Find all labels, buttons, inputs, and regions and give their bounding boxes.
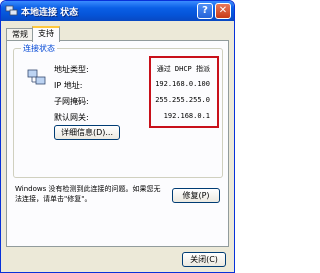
- highlight-annotation-box: 通过 DHCP 指派 192.168.0.100 255.255.255.0 1…: [149, 56, 219, 128]
- help-button[interactable]: ?: [197, 3, 213, 19]
- ip-address-value: 192.168.0.100: [155, 80, 210, 88]
- tab-general-label: 常规: [12, 30, 28, 39]
- ip-address-label: IP 地址:: [54, 81, 83, 90]
- default-gateway-value: 192.168.0.1: [163, 112, 210, 120]
- close-button[interactable]: 关闭(C): [182, 252, 226, 267]
- subnet-mask-value: 255.255.255.0: [155, 96, 210, 104]
- tab-strip: 常规 支持: [6, 26, 226, 42]
- local-connection-status-window: 本地连接 状态 ? ✕ 常规 支持 连接状态 地址类型: IP 地址: 子网掩码…: [0, 0, 235, 273]
- tab-support-label: 支持: [38, 29, 54, 38]
- repair-button[interactable]: 修复(P): [172, 188, 220, 203]
- address-type-value: 通过 DHCP 指派: [156, 65, 210, 73]
- close-window-button[interactable]: ✕: [215, 3, 231, 19]
- connection-status-group-label: 连接状态: [21, 43, 57, 54]
- address-type-label: 地址类型:: [54, 65, 89, 74]
- subnet-mask-label: 子网掩码:: [54, 97, 89, 106]
- support-tab-panel: 连接状态 地址类型: IP 地址: 子网掩码: 默认网关: 通过 DHCP 指派…: [6, 40, 229, 247]
- tab-support[interactable]: 支持: [32, 26, 60, 42]
- default-gateway-label: 默认网关:: [54, 113, 89, 122]
- close-icon: ✕: [218, 5, 228, 16]
- network-connection-icon: [5, 5, 18, 16]
- network-computers-icon: [27, 69, 46, 85]
- title-bar[interactable]: 本地连接 状态 ? ✕: [1, 1, 234, 21]
- details-button[interactable]: 详细信息(D)...: [54, 125, 120, 140]
- repair-description: Windows 没有检测到此连接的问题。如果您无法连接，请单击"修复"。: [15, 185, 161, 203]
- help-icon: ?: [202, 5, 208, 16]
- window-title: 本地连接 状态: [21, 8, 79, 18]
- connection-status-group: 连接状态 地址类型: IP 地址: 子网掩码: 默认网关: 通过 DHCP 指派…: [13, 43, 223, 178]
